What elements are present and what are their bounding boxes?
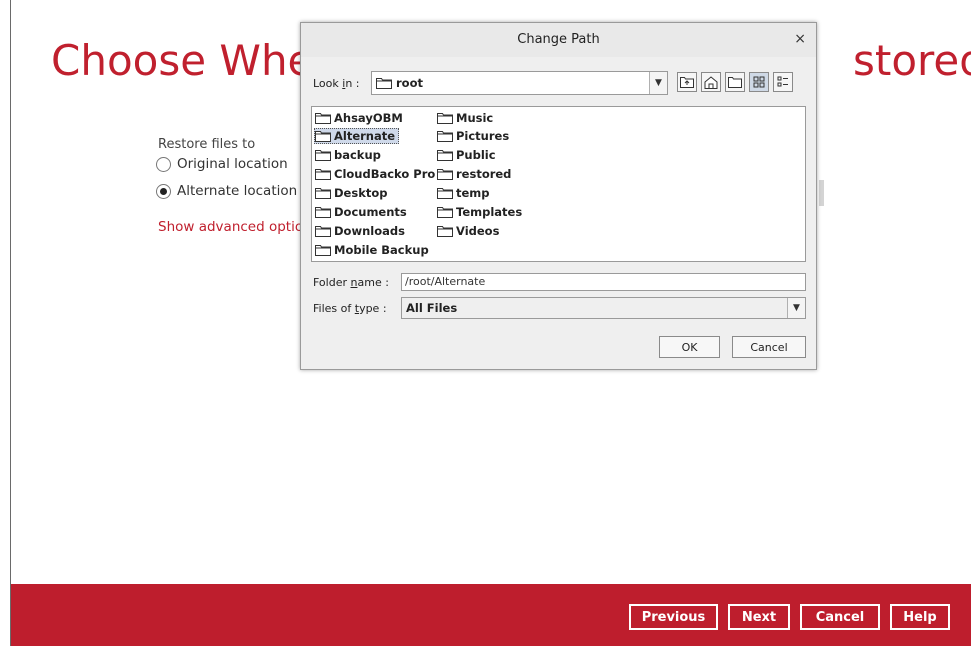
files-of-type-combobox[interactable]: All Files ▼ (401, 297, 806, 319)
folder-icon (315, 113, 331, 124)
folder-name-input[interactable]: /root/Alternate (401, 273, 806, 291)
file-list[interactable]: AhsayOBM Alternate backup CloudBacko Pro… (311, 106, 806, 262)
files-of-type-value: All Files (406, 301, 458, 315)
folder-icon (437, 169, 453, 180)
folder-icon (376, 78, 392, 89)
file-item[interactable]: CloudBacko Pro (315, 166, 438, 182)
file-item[interactable]: Documents (315, 204, 410, 220)
folder-icon (437, 226, 453, 237)
next-button[interactable]: Next (728, 604, 790, 630)
look-in-value: root (396, 76, 423, 90)
folder-icon (315, 207, 331, 218)
dialog-cancel-button[interactable]: Cancel (732, 336, 806, 358)
page-title-right: stored (853, 36, 971, 85)
folder-icon (315, 150, 331, 161)
dialog-titlebar[interactable]: Change Path × (301, 23, 816, 57)
radio-label: Alternate location (177, 183, 298, 199)
folder-name-label: Folder name : (313, 276, 389, 289)
radio-alternate-location[interactable]: Alternate location (156, 183, 297, 199)
file-item[interactable]: temp (437, 185, 493, 201)
file-item[interactable]: Public (437, 147, 499, 163)
page-title-left: Choose Whe (51, 36, 314, 85)
details-view-icon[interactable] (773, 72, 793, 92)
file-item[interactable]: Mobile Backup (315, 242, 432, 258)
file-item[interactable]: backup (315, 147, 384, 163)
folder-icon (315, 131, 331, 142)
previous-button[interactable]: Previous (629, 604, 718, 630)
folder-icon (315, 226, 331, 237)
radio-button[interactable] (156, 156, 171, 172)
ok-button[interactable]: OK (659, 336, 720, 358)
look-in-label: Look in : (313, 77, 360, 90)
file-item[interactable]: Downloads (315, 223, 408, 239)
folder-icon (315, 169, 331, 180)
close-icon[interactable]: × (794, 31, 806, 47)
background-scrollbar[interactable] (819, 180, 824, 206)
folder-icon (437, 131, 453, 142)
cancel-button[interactable]: Cancel (800, 604, 880, 630)
file-item[interactable]: AhsayOBM (315, 110, 406, 126)
file-item-selected[interactable]: Alternate (314, 128, 400, 144)
look-in-combobox[interactable]: root ▼ (371, 71, 668, 95)
radio-original-location[interactable]: Original location (156, 156, 288, 172)
radio-label: Original location (177, 156, 288, 172)
file-item[interactable]: Pictures (437, 128, 512, 144)
file-item[interactable]: Music (437, 110, 496, 126)
file-item[interactable]: restored (437, 166, 514, 182)
restore-files-to-label: Restore files to (158, 137, 256, 152)
folder-icon (437, 207, 453, 218)
change-path-dialog: Change Path × Look in : root ▼ AhsayOBM … (300, 22, 817, 370)
folder-icon (437, 113, 453, 124)
dropdown-arrow-icon[interactable]: ▼ (649, 72, 667, 94)
show-advanced-options-link[interactable]: Show advanced optio (158, 219, 303, 235)
list-view-icon[interactable] (749, 72, 769, 92)
files-of-type-label: Files of type : (313, 302, 387, 315)
folder-icon (315, 188, 331, 199)
file-item[interactable]: Videos (437, 223, 502, 239)
footer-bar: Previous Next Cancel Help (11, 584, 971, 646)
dropdown-arrow-icon[interactable]: ▼ (787, 298, 805, 318)
up-folder-icon[interactable] (677, 72, 697, 92)
folder-icon (437, 188, 453, 199)
file-item[interactable]: Templates (437, 204, 525, 220)
help-button[interactable]: Help (890, 604, 950, 630)
radio-button-checked[interactable] (156, 183, 171, 199)
folder-icon (315, 245, 331, 256)
folder-icon (437, 150, 453, 161)
new-folder-icon[interactable] (725, 72, 745, 92)
dialog-title: Change Path (517, 32, 600, 47)
home-icon[interactable] (701, 72, 721, 92)
file-item[interactable]: Desktop (315, 185, 390, 201)
